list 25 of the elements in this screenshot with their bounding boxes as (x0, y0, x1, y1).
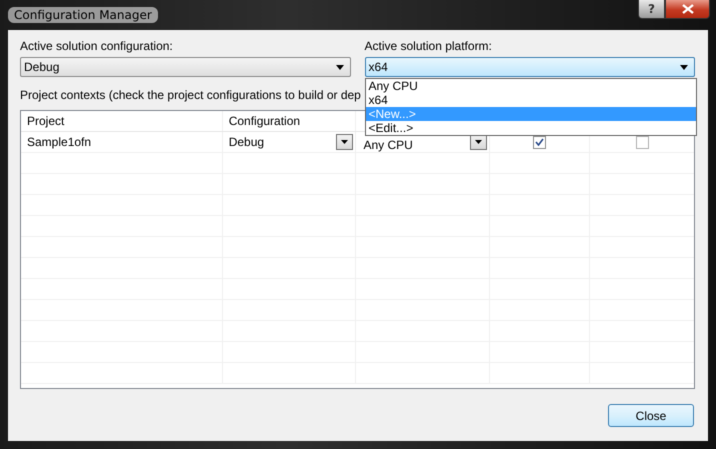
close-dialog-button[interactable]: Close (608, 404, 694, 427)
column-header: Project (27, 114, 64, 128)
help-button[interactable]: ? (638, 0, 665, 19)
caret-icon (341, 140, 348, 144)
dropdown-option[interactable]: Any CPU (366, 79, 696, 93)
table-cell-text: Any CPU (363, 136, 413, 152)
table-cell: Debug (228, 135, 264, 149)
dropdown-option[interactable]: x64 (366, 93, 696, 107)
dropdown-option[interactable]: <Edit...> (366, 121, 696, 135)
caret-icon (680, 64, 688, 70)
section-label: Project contexts (check the project configurations to build or dep (20, 88, 361, 102)
column-header: Configuration (228, 114, 300, 128)
dropdown-button[interactable] (336, 134, 354, 150)
configuration-dropdown[interactable]: Debug (20, 57, 350, 77)
close-icon (682, 4, 694, 14)
platform-dropdown[interactable]: x64 (364, 57, 695, 77)
caret-icon (475, 140, 482, 144)
table-cell: Sample1ofn (27, 135, 92, 149)
caret-icon (336, 64, 344, 70)
window-title: Configuration Manager (8, 7, 158, 23)
field-label: Active solution configuration: (20, 39, 174, 53)
deploy-checkbox[interactable] (636, 136, 649, 148)
build-checkbox[interactable] (533, 136, 546, 148)
close-button[interactable] (665, 0, 710, 19)
field-label: Active solution platform: (364, 39, 493, 53)
